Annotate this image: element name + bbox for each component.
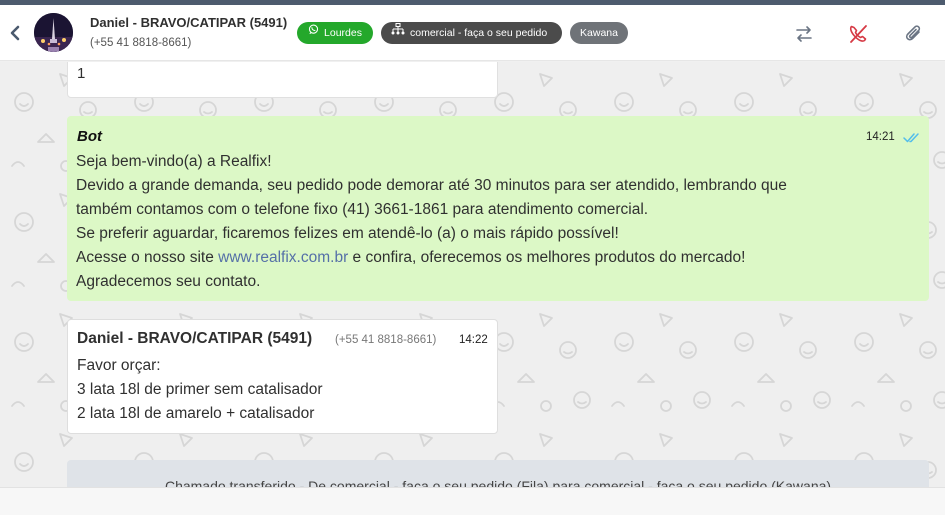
system-message: Chamado transferido - De comercial - faç… (67, 460, 929, 487)
contact-phone: (+55 41 8818-8661) (90, 37, 192, 49)
message-author: Bot (77, 128, 102, 145)
tag-attendant[interactable]: Lourdes (297, 22, 373, 44)
org-chart-icon (391, 21, 405, 43)
tag-queue[interactable]: comercial - faça o seu pedido (381, 22, 562, 44)
message-line: Agradecemos seu contato. (76, 273, 261, 290)
message-body: Favor orçar: 3 lata 18l de primer sem ca… (77, 354, 323, 426)
message-composer-area[interactable] (0, 487, 945, 515)
end-call-icon (849, 25, 867, 43)
message-body: Seja bem-vindo(a) a Realfix! Devido a gr… (76, 150, 787, 294)
bot-message-bubble: Bot 14:21 Seja bem-vindo(a) a Realfix! D… (67, 116, 929, 301)
message-author-phone: (+55 41 8818-8661) (335, 334, 437, 346)
system-message-text: Chamado transferido - De comercial - faç… (164, 478, 832, 487)
attach-button[interactable] (903, 23, 925, 45)
transfer-button[interactable] (793, 23, 815, 45)
message-text: 1 (77, 65, 86, 82)
message-line: também contamos com o telefone fixo (41)… (76, 201, 649, 218)
message-line: Favor orçar: (77, 357, 161, 374)
message-line: Se preferir aguardar, ficaremos felizes … (76, 225, 619, 242)
message-line: Acesse o nosso site www.realfix.com.br e… (76, 246, 787, 270)
chevron-left-icon (10, 25, 20, 41)
tag-label: Lourdes (324, 27, 362, 39)
back-button[interactable] (6, 22, 24, 44)
message-line: 3 lata 18l de primer sem catalisador (77, 381, 323, 398)
message-bubble: 1 (67, 62, 498, 98)
tag-label: comercial - faça o seu pedido (410, 27, 548, 39)
chat-area[interactable]: 1 Bot 14:21 Seja bem-vindo(a) a Realfix!… (0, 62, 945, 487)
customer-message-bubble: Daniel - BRAVO/CATIPAR (5491) (+55 41 88… (67, 319, 498, 434)
tag-label: Kawana (580, 27, 618, 39)
message-author: Daniel - BRAVO/CATIPAR (5491) (77, 330, 313, 347)
message-time: 14:21 (866, 131, 895, 143)
tag-agent[interactable]: Kawana (570, 22, 628, 44)
whatsapp-icon (308, 21, 319, 43)
message-time: 14:22 (459, 334, 488, 346)
paperclip-icon (905, 25, 921, 41)
contact-name: Daniel - BRAVO/CATIPAR (5491) (90, 15, 288, 30)
end-chat-button[interactable] (847, 23, 869, 45)
chat-header: Daniel - BRAVO/CATIPAR (5491) (+55 41 88… (0, 5, 945, 61)
transfer-icon (796, 26, 812, 42)
message-line: 2 lata 18l de amarelo + catalisador (77, 405, 315, 422)
line-suffix: e confira, oferecemos os melhores produt… (348, 249, 746, 266)
website-link[interactable]: www.realfix.com.br (218, 249, 348, 266)
line-prefix: Acesse o nosso site (76, 249, 219, 266)
message-line: Devido a grande demanda, seu pedido pode… (76, 177, 787, 194)
avatar[interactable] (34, 13, 73, 52)
read-receipt-icon (903, 133, 919, 143)
message-line: Seja bem-vindo(a) a Realfix! (76, 153, 272, 170)
